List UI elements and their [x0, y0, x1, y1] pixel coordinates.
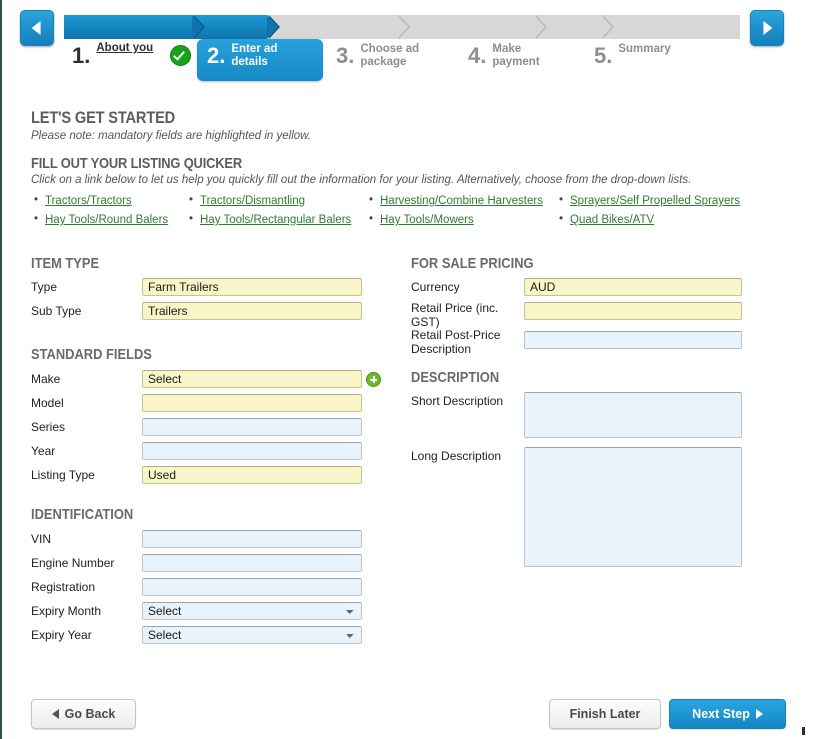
- wizard-step-about-you[interactable]: 1. About you: [72, 39, 153, 81]
- label-listing-type: Listing Type: [31, 468, 95, 482]
- section-for-sale-pricing: FOR SALE PRICING: [411, 255, 534, 272]
- corner-artifact: [802, 727, 805, 735]
- long-description-textarea[interactable]: [524, 447, 742, 567]
- section-description: DESCRIPTION: [411, 369, 500, 386]
- quick-links: Tractors/Tractors Tractors/Dismantling H…: [31, 194, 821, 233]
- quick-link-tractors-dismantling[interactable]: Tractors/Dismantling: [189, 194, 305, 207]
- label-sub-type: Sub Type: [31, 304, 82, 318]
- quicker-title: FILL OUT YOUR LISTING QUICKER: [31, 155, 242, 172]
- year-input[interactable]: [142, 442, 362, 460]
- step-number: 2.: [207, 43, 226, 68]
- page-title: LET'S GET STARTED: [31, 108, 176, 127]
- label-expiry-year: Expiry Year: [31, 628, 92, 642]
- quick-link-sprayers-self-propelled[interactable]: Sprayers/Self Propelled Sprayers: [559, 194, 740, 207]
- make-select[interactable]: Select: [142, 370, 362, 388]
- model-input[interactable]: [142, 394, 362, 412]
- engine-number-input[interactable]: [142, 554, 362, 572]
- label-vin: VIN: [31, 532, 52, 546]
- label-registration: Registration: [31, 580, 96, 594]
- listing-form-page: 1. About you 2. Enter ad details 3. Choo…: [0, 0, 834, 739]
- progress-segment-6: [601, 15, 740, 39]
- label-long-description: Long Description: [411, 449, 502, 463]
- currency-select[interactable]: AUD: [524, 278, 742, 296]
- mandatory-note: Please note: mandatory fields are highli…: [31, 130, 312, 142]
- next-step-label: Next Step: [692, 707, 750, 721]
- label-short-description: Short Description: [411, 394, 504, 408]
- section-identification: IDENTIFICATION: [31, 506, 134, 523]
- registration-input[interactable]: [142, 578, 362, 596]
- section-item-type: ITEM TYPE: [31, 255, 100, 272]
- retail-price-input[interactable]: [524, 302, 742, 320]
- step-number: 4.: [468, 43, 487, 68]
- step-number: 3.: [336, 43, 355, 68]
- step-labels: 1. About you 2. Enter ad details 3. Choo…: [64, 39, 764, 85]
- quick-link-quad-bikes-atv[interactable]: Quad Bikes/ATV: [559, 213, 654, 226]
- quick-link-hay-tools-mowers[interactable]: Hay Tools/Mowers: [369, 213, 474, 226]
- progress-segment-4: [397, 15, 547, 39]
- quick-link-hay-tools-round-balers[interactable]: Hay Tools/Round Balers: [34, 213, 168, 226]
- finish-later-button[interactable]: Finish Later: [549, 699, 661, 729]
- next-step-button[interactable]: Next Step: [669, 699, 786, 729]
- expiry-month-select[interactable]: Select: [142, 602, 362, 620]
- type-select[interactable]: Farm Trailers: [142, 278, 362, 296]
- sub-type-select[interactable]: Trailers: [142, 302, 362, 320]
- quick-link-harvesting-combine-harvesters[interactable]: Harvesting/Combine Harvesters: [369, 194, 543, 207]
- prev-arrow-button[interactable]: [20, 10, 54, 46]
- retail-post-price-input[interactable]: [524, 331, 742, 349]
- label-currency: Currency: [411, 280, 460, 294]
- progress-segment-3: [267, 15, 410, 39]
- label-model: Model: [31, 396, 64, 410]
- label-engine-number: Engine Number: [31, 556, 115, 570]
- wizard-step-enter-ad-details[interactable]: 2. Enter ad details: [197, 39, 324, 81]
- finish-later-label: Finish Later: [569, 707, 641, 721]
- chevron-right-icon: [763, 21, 773, 35]
- step-label: Enter ad details: [231, 43, 278, 68]
- step-label: Make payment: [492, 43, 540, 68]
- go-back-label: Go Back: [64, 707, 116, 721]
- quick-link-tractors-tractors[interactable]: Tractors/Tractors: [34, 194, 132, 207]
- label-retail-post-price-description: Retail Post-Price Description: [411, 328, 501, 356]
- label-retail-price: Retail Price (inc. GST): [411, 301, 499, 329]
- label-make: Make: [31, 372, 61, 386]
- quicker-note: Click on a link below to let us help you…: [31, 174, 692, 186]
- expiry-year-select[interactable]: Select: [142, 626, 362, 644]
- vin-input[interactable]: [142, 530, 362, 548]
- step-label: About you: [96, 42, 154, 54]
- label-series: Series: [31, 420, 66, 434]
- arrow-left-icon: [51, 709, 59, 719]
- step-number: 5.: [594, 43, 613, 68]
- label-expiry-month: Expiry Month: [31, 604, 102, 618]
- progress-segment-1: [64, 15, 205, 39]
- step-number: 1.: [72, 43, 91, 68]
- wizard-step-summary[interactable]: 5. Summary: [594, 39, 671, 81]
- chevron-left-icon: [31, 21, 41, 35]
- section-standard-fields: STANDARD FIELDS: [31, 346, 152, 363]
- step-label: Summary: [618, 43, 671, 55]
- step-complete-check-icon: [170, 45, 191, 66]
- short-description-textarea[interactable]: [524, 392, 742, 438]
- wizard-step-make-payment[interactable]: 4. Make payment: [468, 39, 570, 81]
- step-label: Choose ad package: [360, 43, 420, 68]
- step-wizard: 1. About you 2. Enter ad details 3. Choo…: [2, 0, 834, 88]
- add-make-plus-icon[interactable]: [366, 372, 381, 387]
- arrow-right-icon: [755, 709, 763, 719]
- label-year: Year: [31, 444, 56, 458]
- series-input[interactable]: [142, 418, 362, 436]
- quick-link-hay-tools-rectangular-balers[interactable]: Hay Tools/Rectangular Balers: [189, 213, 351, 226]
- progress-track: [64, 15, 740, 39]
- listing-type-select[interactable]: Used: [142, 466, 362, 484]
- label-type: Type: [31, 280, 58, 294]
- wizard-step-choose-ad-package[interactable]: 3. Choose ad package: [336, 39, 438, 81]
- go-back-button[interactable]: Go Back: [31, 699, 136, 729]
